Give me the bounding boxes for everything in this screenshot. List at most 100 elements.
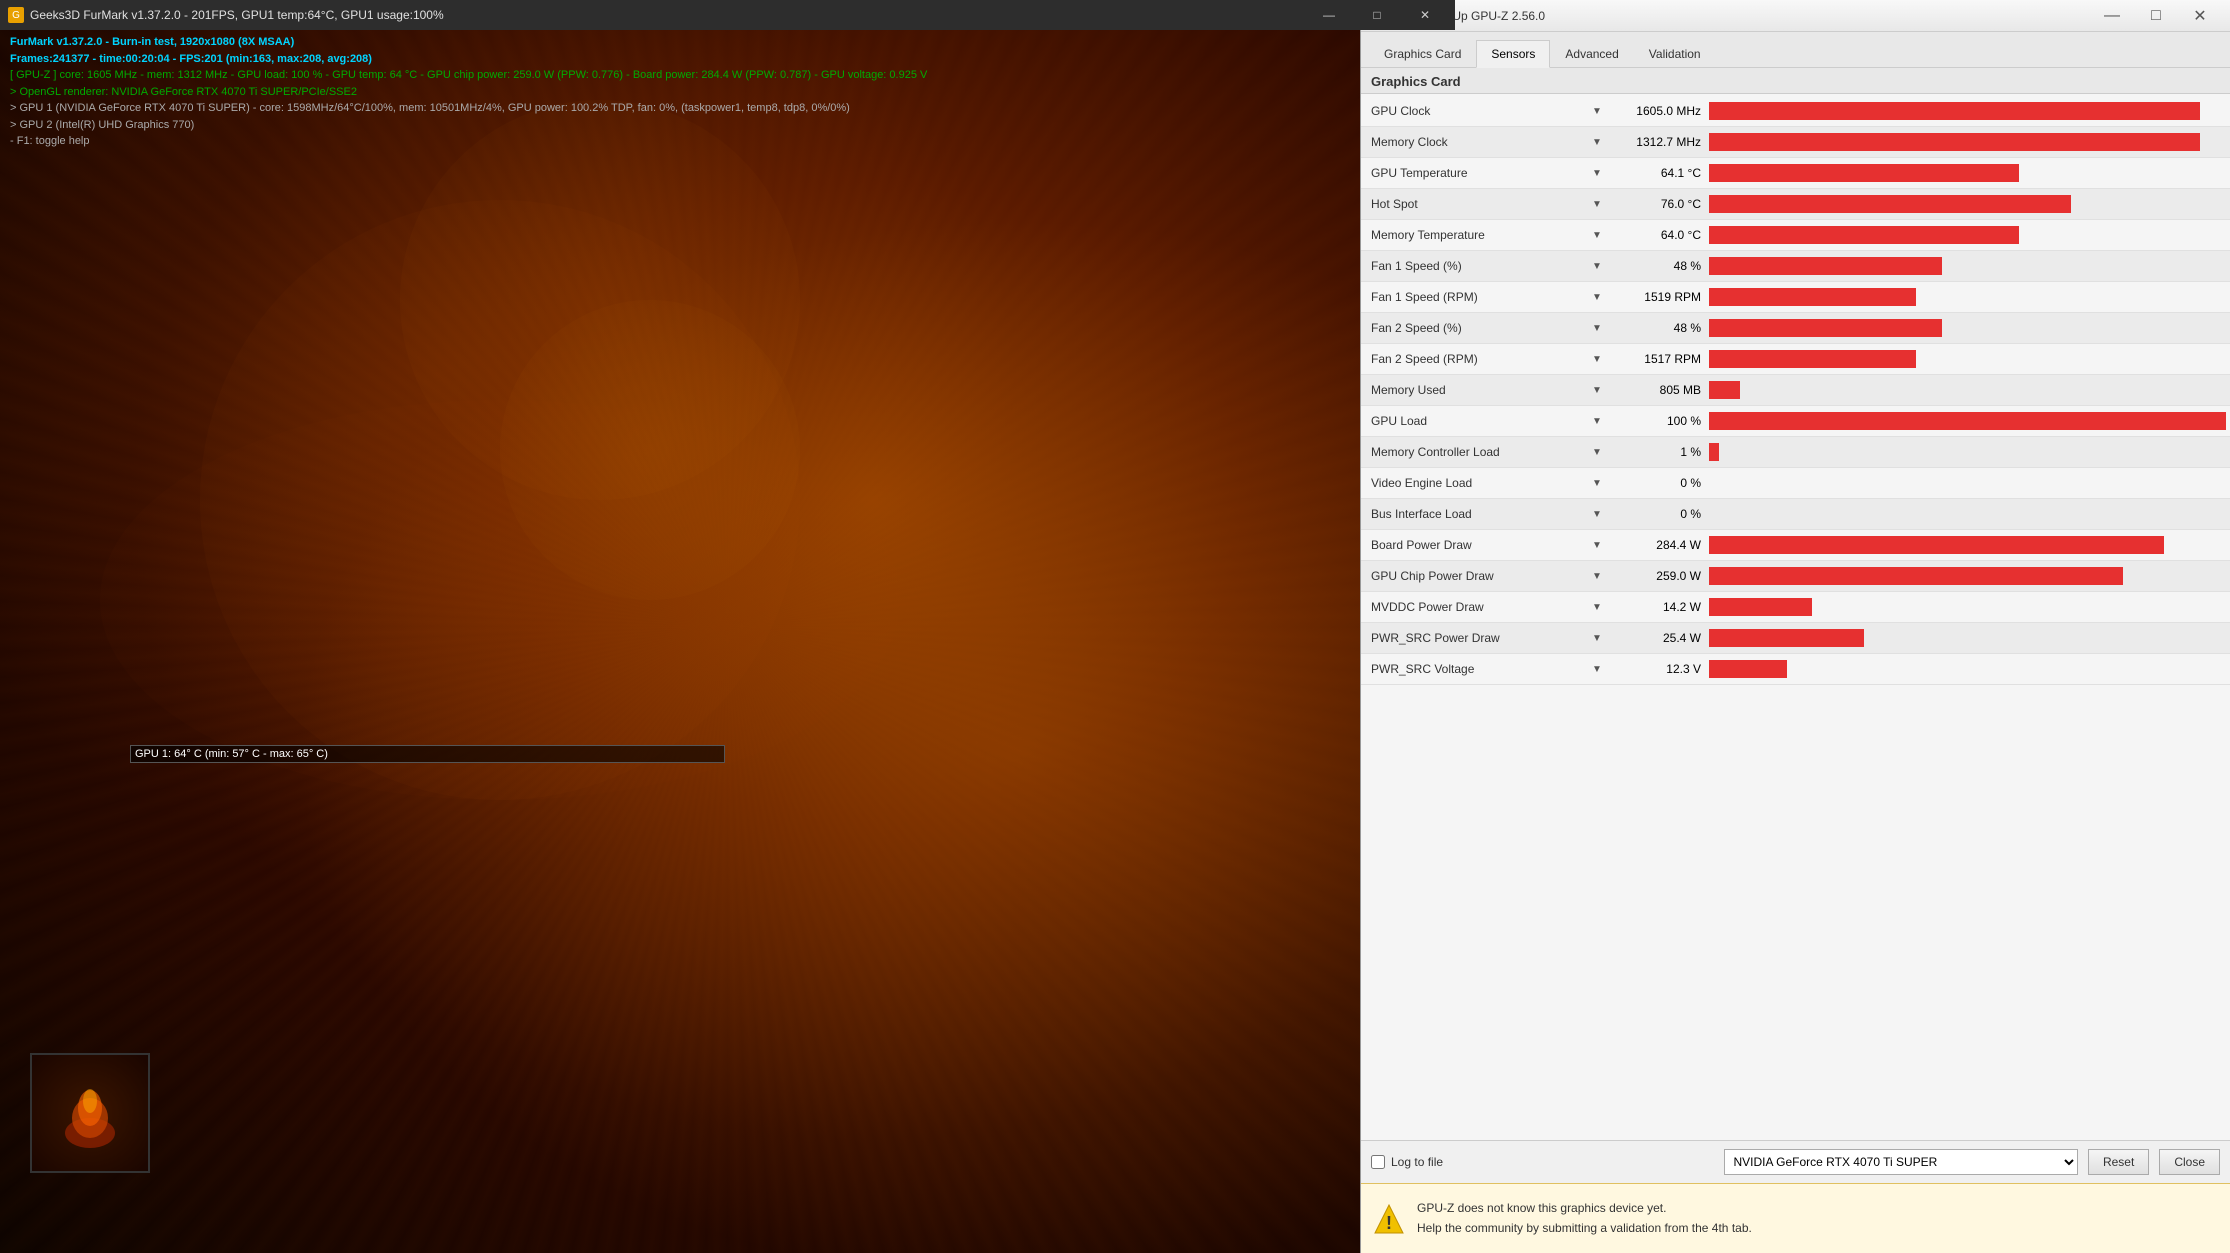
sensor-bar-container [1709,319,2226,337]
sensor-row: GPU Chip Power Draw▼259.0 W [1361,561,2230,592]
sensor-bar-container [1709,164,2226,182]
sensor-row: PWR_SRC Power Draw▼25.4 W [1361,623,2230,654]
furmark-title: Geeks3D FurMark v1.37.2.0 - 201FPS, GPU1… [30,8,444,22]
gpuz-close-btn[interactable]: ✕ [2178,1,2222,31]
furmark-info-line6: > GPU 2 (Intel(R) UHD Graphics 770) [10,117,927,134]
furmark-area: G Geeks3D FurMark v1.37.2.0 - 201FPS, GP… [0,0,1455,1253]
sensor-row: Memory Clock▼1312.7 MHz [1361,127,2230,158]
sensor-row: GPU Load▼100 % [1361,406,2230,437]
sensor-dropdown-arrow[interactable]: ▼ [1585,447,1609,458]
sensor-bar [1709,350,1916,368]
sensor-name: PWR_SRC Power Draw [1365,631,1585,645]
sensor-row: Bus Interface Load▼0 % [1361,499,2230,530]
sensor-dropdown-arrow[interactable]: ▼ [1585,633,1609,644]
sensor-dropdown-arrow[interactable]: ▼ [1585,509,1609,520]
sensor-dropdown-arrow[interactable]: ▼ [1585,602,1609,613]
sensor-dropdown-arrow[interactable]: ▼ [1585,168,1609,179]
sensor-dropdown-arrow[interactable]: ▼ [1585,664,1609,675]
sensor-value: 48 % [1609,259,1709,273]
furmark-close-btn[interactable]: ✕ [1403,0,1447,30]
sensor-value: 1517 RPM [1609,352,1709,366]
reset-button[interactable]: Reset [2088,1149,2149,1175]
sensor-row: Fan 1 Speed (%)▼48 % [1361,251,2230,282]
gpu-selector[interactable]: NVIDIA GeForce RTX 4070 Ti SUPER [1724,1149,2077,1175]
sensor-bar [1709,164,2019,182]
sensor-bar-container [1709,102,2226,120]
sensor-name: Board Power Draw [1365,538,1585,552]
sensor-bar-container [1709,660,2226,678]
sensor-name: GPU Load [1365,414,1585,428]
sensor-row: MVDDC Power Draw▼14.2 W [1361,592,2230,623]
gpuz-bottom-controls: Log to file NVIDIA GeForce RTX 4070 Ti S… [1361,1140,2230,1183]
sensor-bar [1709,288,1916,306]
sensor-dropdown-arrow[interactable]: ▼ [1585,292,1609,303]
sensor-row: Video Engine Load▼0 % [1361,468,2230,499]
sensor-name: GPU Chip Power Draw [1365,569,1585,583]
warning-icon: ! [1373,1203,1405,1235]
sensor-dropdown-arrow[interactable]: ▼ [1585,478,1609,489]
sensor-row: GPU Temperature▼64.1 °C [1361,158,2230,189]
sensor-row: Fan 2 Speed (RPM)▼1517 RPM [1361,344,2230,375]
gpuz-maximize-btn[interactable]: □ [2134,1,2178,31]
sensor-dropdown-arrow[interactable]: ▼ [1585,385,1609,396]
gpuz-notice-text: GPU-Z does not know this graphics device… [1417,1199,1752,1237]
sensor-bar [1709,412,2226,430]
sensor-dropdown-arrow[interactable]: ▼ [1585,323,1609,334]
sensor-bar-container [1709,567,2226,585]
sensor-bar-container [1709,474,2226,492]
sensor-dropdown-arrow[interactable]: ▼ [1585,137,1609,148]
log-to-file-area: Log to file [1371,1155,1714,1169]
sensor-dropdown-arrow[interactable]: ▼ [1585,354,1609,365]
furmark-info-line3: [ GPU-Z ] core: 1605 MHz - mem: 1312 MHz… [10,67,927,84]
sensor-name: Hot Spot [1365,197,1585,211]
tab-advanced[interactable]: Advanced [1550,40,1633,68]
sensor-bar-container [1709,629,2226,647]
sensor-name: Fan 2 Speed (RPM) [1365,352,1585,366]
sensor-dropdown-arrow[interactable]: ▼ [1585,106,1609,117]
notice-line1: GPU-Z does not know this graphics device… [1417,1199,1752,1218]
gpuz-notice: ! GPU-Z does not know this graphics devi… [1361,1183,2230,1253]
log-to-file-label[interactable]: Log to file [1391,1155,1443,1169]
furmark-maximize-btn[interactable]: □ [1355,0,1399,30]
furmark-window-controls: — □ ✕ [1307,0,1447,30]
gpuz-minimize-btn[interactable]: — [2090,1,2134,31]
gpu-temp-text: GPU 1: 64° C (min: 57° C - max: 65° C) [135,748,328,760]
sensor-value: 805 MB [1609,383,1709,397]
sensor-value: 0 % [1609,476,1709,490]
tab-validation[interactable]: Validation [1634,40,1716,68]
sensor-name: Bus Interface Load [1365,507,1585,521]
sensor-value: 0 % [1609,507,1709,521]
sensor-bar-container [1709,226,2226,244]
furmark-info-line7: - F1: toggle help [10,133,927,150]
sensor-bar [1709,102,2200,120]
sensor-dropdown-arrow[interactable]: ▼ [1585,230,1609,241]
sensor-dropdown-arrow[interactable]: ▼ [1585,416,1609,427]
sensor-row: Memory Controller Load▼1 % [1361,437,2230,468]
sensor-dropdown-arrow[interactable]: ▼ [1585,199,1609,210]
gpuz-titlebar: Z TechPowerUp GPU-Z 2.56.0 — □ ✕ [1361,0,2230,32]
sensor-bar-container [1709,195,2226,213]
furmark-minimize-btn[interactable]: — [1307,0,1351,30]
sensor-bar [1709,629,1864,647]
sensor-value: 14.2 W [1609,600,1709,614]
tab-graphics-card[interactable]: Graphics Card [1369,40,1476,68]
close-button[interactable]: Close [2159,1149,2220,1175]
furmark-info-line5: > GPU 1 (NVIDIA GeForce RTX 4070 Ti SUPE… [10,100,927,117]
sensor-dropdown-arrow[interactable]: ▼ [1585,571,1609,582]
notice-line2: Help the community by submitting a valid… [1417,1219,1752,1238]
sensors-table: GPU Clock▼1605.0 MHzMemory Clock▼1312.7 … [1361,94,2230,1140]
sensor-row: Memory Temperature▼64.0 °C [1361,220,2230,251]
sensor-name: Fan 2 Speed (%) [1365,321,1585,335]
tab-sensors[interactable]: Sensors [1476,40,1550,68]
sensor-name: Fan 1 Speed (%) [1365,259,1585,273]
sensor-bar [1709,319,1942,337]
sensor-dropdown-arrow[interactable]: ▼ [1585,261,1609,272]
gpu-temp-bar: GPU 1: 64° C (min: 57° C - max: 65° C) [130,745,725,763]
gpuz-window-controls: — □ ✕ [2090,1,2222,31]
log-to-file-checkbox[interactable] [1371,1155,1385,1169]
sensor-value: 76.0 °C [1609,197,1709,211]
sensor-value: 12.3 V [1609,662,1709,676]
sensor-bar [1709,257,1942,275]
sensor-dropdown-arrow[interactable]: ▼ [1585,540,1609,551]
furmark-info-line4: > OpenGL renderer: NVIDIA GeForce RTX 40… [10,84,927,101]
